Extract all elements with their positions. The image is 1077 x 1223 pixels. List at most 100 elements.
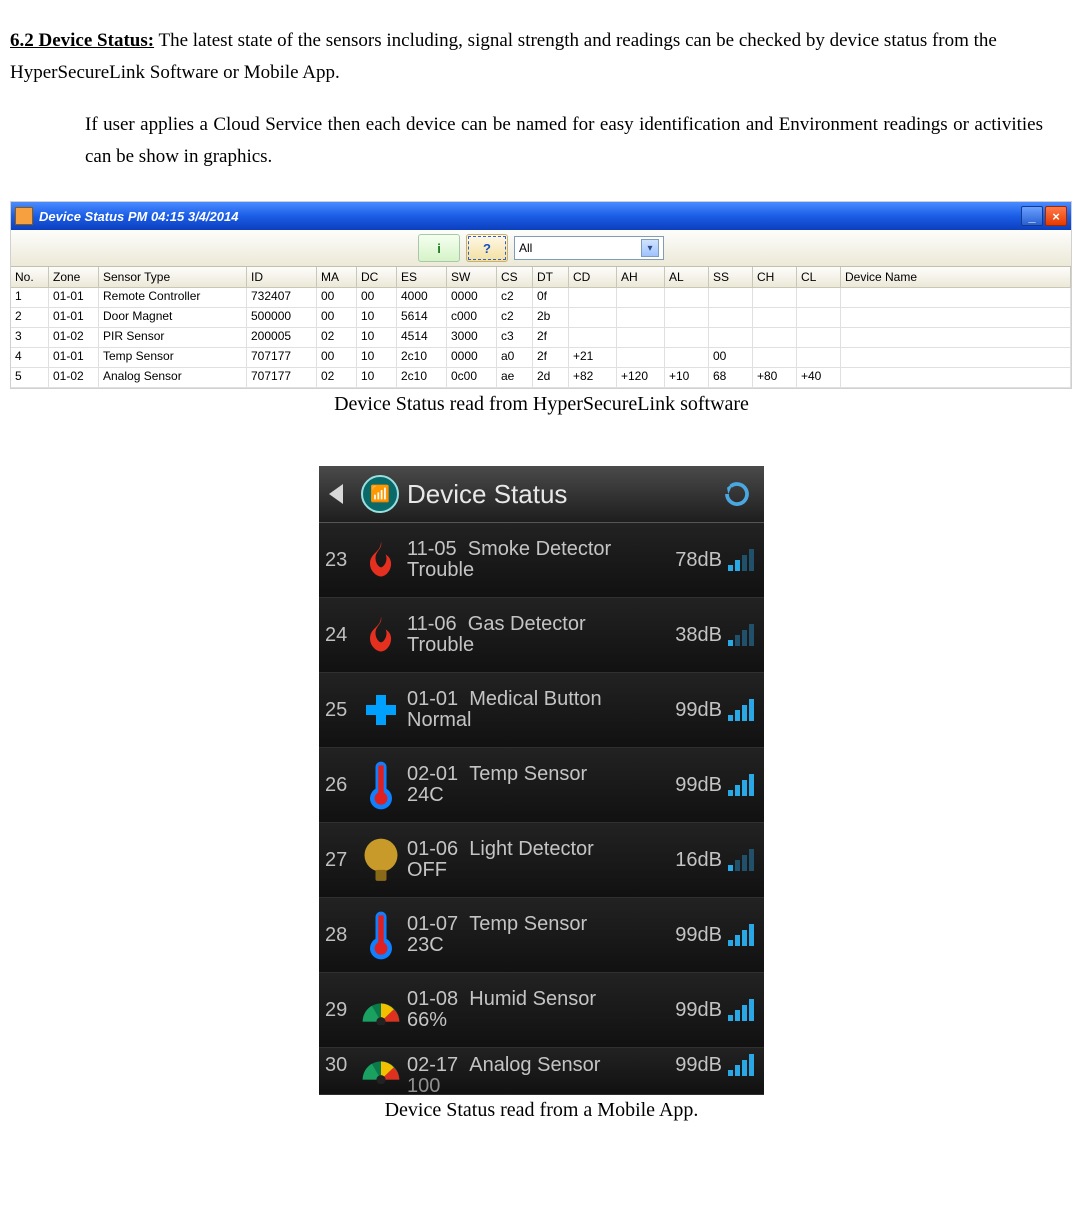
screenshot-1-caption: Device Status read from HyperSecureLink … bbox=[10, 393, 1073, 416]
info-button[interactable]: i bbox=[418, 234, 460, 262]
col-ss[interactable]: SS bbox=[709, 267, 753, 288]
col-dc[interactable]: DC bbox=[357, 267, 397, 288]
cell-ma: 00 bbox=[317, 308, 357, 328]
list-item[interactable]: 2411-06 Gas DetectorTrouble38dB bbox=[319, 598, 764, 673]
item-body: 01-07 Temp Sensor23C bbox=[403, 913, 675, 957]
gauge-icon bbox=[359, 1054, 403, 1083]
cell-id: 707177 bbox=[247, 348, 317, 368]
cell-no: 2 bbox=[11, 308, 49, 328]
cell-es: 4514 bbox=[397, 328, 447, 348]
cell-ss bbox=[709, 288, 753, 308]
list-item[interactable]: 3002-17 Analog Sensor10099dB bbox=[319, 1048, 764, 1095]
mobile-app-screenshot: 📶 Device Status 2311-05 Smoke DetectorTr… bbox=[319, 466, 764, 1095]
table-row[interactable]: 301-02PIR Sensor200005021045143000c32f bbox=[11, 328, 1071, 348]
back-icon[interactable] bbox=[329, 484, 343, 504]
col-ch[interactable]: CH bbox=[753, 267, 797, 288]
cell-ss: 68 bbox=[709, 368, 753, 388]
cell-ch bbox=[753, 308, 797, 328]
flame-icon bbox=[359, 538, 403, 582]
signal-strength-icon bbox=[728, 924, 754, 946]
col-al[interactable]: AL bbox=[665, 267, 709, 288]
col-cl[interactable]: CL bbox=[797, 267, 841, 288]
signal-strength-icon bbox=[728, 1054, 754, 1076]
help-button[interactable]: ? bbox=[466, 234, 508, 262]
cell-dt: 2f bbox=[533, 348, 569, 368]
app-logo-icon: 📶 bbox=[361, 475, 399, 513]
item-number: 23 bbox=[325, 549, 359, 572]
item-status: 100 bbox=[407, 1075, 675, 1095]
list-item[interactable]: 23 11-05 Smoke DetectorTrouble78dB bbox=[319, 523, 764, 598]
item-status: 24C bbox=[407, 784, 675, 807]
item-db: 78dB bbox=[675, 549, 722, 572]
cell-id: 500000 bbox=[247, 308, 317, 328]
list-item[interactable]: 2801-07 Temp Sensor23C99dB bbox=[319, 898, 764, 973]
col-sensor-type[interactable]: Sensor Type bbox=[99, 267, 247, 288]
mobile-header: 📶 Device Status bbox=[319, 466, 764, 523]
col-ah[interactable]: AH bbox=[617, 267, 665, 288]
mobile-title: Device Status bbox=[407, 479, 567, 510]
item-zone-name: 01-01 Medical Button bbox=[407, 688, 675, 711]
item-status: Trouble bbox=[407, 559, 675, 582]
cell-no: 5 bbox=[11, 368, 49, 388]
col-ma[interactable]: MA bbox=[317, 267, 357, 288]
table-row[interactable]: 501-02Analog Sensor70717702102c100c00ae2… bbox=[11, 368, 1071, 388]
list-item[interactable]: 2501-01 Medical ButtonNormal99dB bbox=[319, 673, 764, 748]
signal-strength-icon bbox=[728, 999, 754, 1021]
col-device-name[interactable]: Device Name bbox=[841, 267, 1071, 288]
cell-ah: +120 bbox=[617, 368, 665, 388]
item-zone-name: 11-05 Smoke Detector bbox=[407, 538, 675, 561]
cell-name bbox=[841, 348, 1071, 368]
cell-ma: 02 bbox=[317, 368, 357, 388]
col-dt[interactable]: DT bbox=[533, 267, 569, 288]
item-number: 26 bbox=[325, 774, 359, 797]
cell-dt: 2d bbox=[533, 368, 569, 388]
refresh-button[interactable] bbox=[720, 477, 754, 511]
close-button[interactable]: × bbox=[1045, 206, 1067, 226]
col-no[interactable]: No. bbox=[11, 267, 49, 288]
item-status: 23C bbox=[407, 934, 675, 957]
cell-ss bbox=[709, 308, 753, 328]
col-cs[interactable]: CS bbox=[497, 267, 533, 288]
col-id[interactable]: ID bbox=[247, 267, 317, 288]
cell-al bbox=[665, 288, 709, 308]
col-es[interactable]: ES bbox=[397, 267, 447, 288]
cell-dc: 10 bbox=[357, 328, 397, 348]
filter-select-value: All bbox=[519, 241, 532, 255]
cell-cs: ae bbox=[497, 368, 533, 388]
item-status: Trouble bbox=[407, 634, 675, 657]
signal-strength-icon bbox=[728, 849, 754, 871]
cell-cs: c2 bbox=[497, 288, 533, 308]
table-row[interactable]: 101-01Remote Controller73240700004000000… bbox=[11, 288, 1071, 308]
col-sw[interactable]: SW bbox=[447, 267, 497, 288]
signal-strength-icon bbox=[728, 774, 754, 796]
cell-es: 4000 bbox=[397, 288, 447, 308]
item-body: 01-01 Medical ButtonNormal bbox=[403, 688, 675, 732]
item-number: 25 bbox=[325, 699, 359, 722]
col-zone[interactable]: Zone bbox=[49, 267, 99, 288]
cell-zone: 01-01 bbox=[49, 348, 99, 368]
table-row[interactable]: 401-01Temp Sensor70717700102c100000a02f+… bbox=[11, 348, 1071, 368]
list-item[interactable]: 2901-08 Humid Sensor66%99dB bbox=[319, 973, 764, 1048]
toolbar: i ? All ▾ bbox=[11, 230, 1071, 267]
item-db: 99dB bbox=[675, 774, 722, 797]
minimize-button[interactable]: _ bbox=[1021, 206, 1043, 226]
item-db: 99dB bbox=[675, 1054, 722, 1077]
col-cd[interactable]: CD bbox=[569, 267, 617, 288]
cell-ss bbox=[709, 328, 753, 348]
cell-dt: 0f bbox=[533, 288, 569, 308]
cell-sw: 0c00 bbox=[447, 368, 497, 388]
cell-ah bbox=[617, 348, 665, 368]
item-status: OFF bbox=[407, 859, 675, 882]
section-number-title: 6.2 Device Status: bbox=[10, 30, 154, 51]
item-status: Normal bbox=[407, 709, 675, 732]
item-number: 24 bbox=[325, 624, 359, 647]
list-item[interactable]: 2602-01 Temp Sensor24C99dB bbox=[319, 748, 764, 823]
item-zone-name: 01-07 Temp Sensor bbox=[407, 913, 675, 936]
cell-cl: +40 bbox=[797, 368, 841, 388]
item-number: 30 bbox=[325, 1054, 359, 1077]
cell-dc: 10 bbox=[357, 308, 397, 328]
list-item[interactable]: 2701-06 Light DetectorOFF16dB bbox=[319, 823, 764, 898]
table-row[interactable]: 201-01Door Magnet50000000105614c000c22b bbox=[11, 308, 1071, 328]
filter-select[interactable]: All ▾ bbox=[514, 236, 664, 260]
cell-name bbox=[841, 368, 1071, 388]
